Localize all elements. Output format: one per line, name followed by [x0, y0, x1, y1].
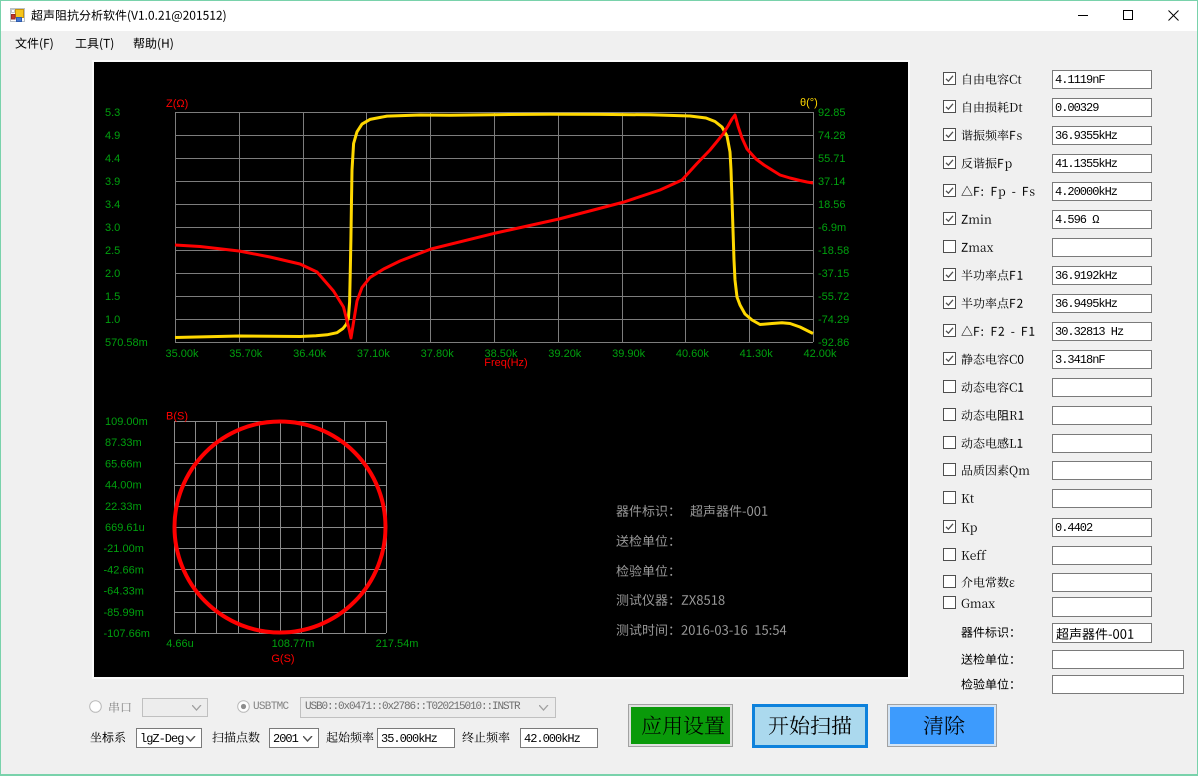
svg-text:39.20k: 39.20k	[548, 348, 582, 360]
svg-text:3.0: 3.0	[105, 222, 120, 234]
svg-text:40.60k: 40.60k	[676, 348, 710, 360]
svg-text:Z(Ω): Z(Ω)	[166, 98, 188, 110]
svg-text:36.40k: 36.40k	[293, 348, 327, 360]
svg-text:4.66u: 4.66u	[166, 638, 194, 650]
svg-text:-55.72: -55.72	[818, 291, 849, 303]
svg-text:B(S): B(S)	[166, 411, 188, 423]
svg-text:-64.33m: -64.33m	[104, 586, 144, 598]
svg-text:55.71: 55.71	[818, 153, 846, 165]
svg-text:4.4: 4.4	[105, 153, 120, 165]
svg-text:109.00m: 109.00m	[105, 416, 148, 428]
svg-text:18.56: 18.56	[818, 199, 846, 211]
svg-text:217.54m: 217.54m	[376, 638, 419, 650]
svg-text:1.0: 1.0	[105, 314, 120, 326]
svg-text:-85.99m: -85.99m	[104, 607, 144, 619]
svg-text:22.33m: 22.33m	[105, 501, 142, 513]
svg-text:4.9: 4.9	[105, 130, 120, 142]
svg-text:35.70k: 35.70k	[229, 348, 263, 360]
svg-text:2.0: 2.0	[105, 268, 120, 280]
svg-text:39.90k: 39.90k	[612, 348, 646, 360]
svg-text:65.66m: 65.66m	[105, 458, 142, 470]
svg-text:Freq(Hz): Freq(Hz)	[484, 357, 527, 369]
svg-text:669.61u: 669.61u	[105, 522, 145, 534]
svg-text:1.5: 1.5	[105, 291, 120, 303]
svg-text:37.80k: 37.80k	[421, 348, 455, 360]
svg-text:-74.29: -74.29	[818, 314, 849, 326]
svg-text:2.5: 2.5	[105, 245, 120, 257]
svg-text:-21.00m: -21.00m	[104, 543, 144, 555]
svg-text:-37.15: -37.15	[818, 268, 849, 280]
svg-text:42.00k: 42.00k	[803, 348, 837, 360]
svg-text:-42.66m: -42.66m	[104, 564, 144, 576]
svg-text:35.00k: 35.00k	[165, 348, 199, 360]
svg-text:108.77m: 108.77m	[272, 638, 315, 650]
svg-text:3.9: 3.9	[105, 176, 120, 188]
svg-text:41.30k: 41.30k	[740, 348, 774, 360]
svg-text:-107.66m: -107.66m	[104, 628, 150, 640]
svg-text:G(S): G(S)	[271, 653, 294, 665]
svg-text:-6.9m: -6.9m	[818, 222, 846, 234]
svg-text:-18.58: -18.58	[818, 245, 849, 257]
svg-text:44.00m: 44.00m	[105, 480, 142, 492]
svg-text:3.4: 3.4	[105, 199, 120, 211]
svg-text:37.10k: 37.10k	[357, 348, 391, 360]
svg-text:87.33m: 87.33m	[105, 437, 142, 449]
svg-text:92.85: 92.85	[818, 107, 846, 119]
svg-text:θ(°): θ(°)	[800, 97, 818, 109]
svg-text:74.28: 74.28	[818, 130, 846, 142]
svg-text:570.58m: 570.58m	[105, 337, 148, 349]
svg-text:5.3: 5.3	[105, 107, 120, 119]
svg-text:37.14: 37.14	[818, 176, 846, 188]
